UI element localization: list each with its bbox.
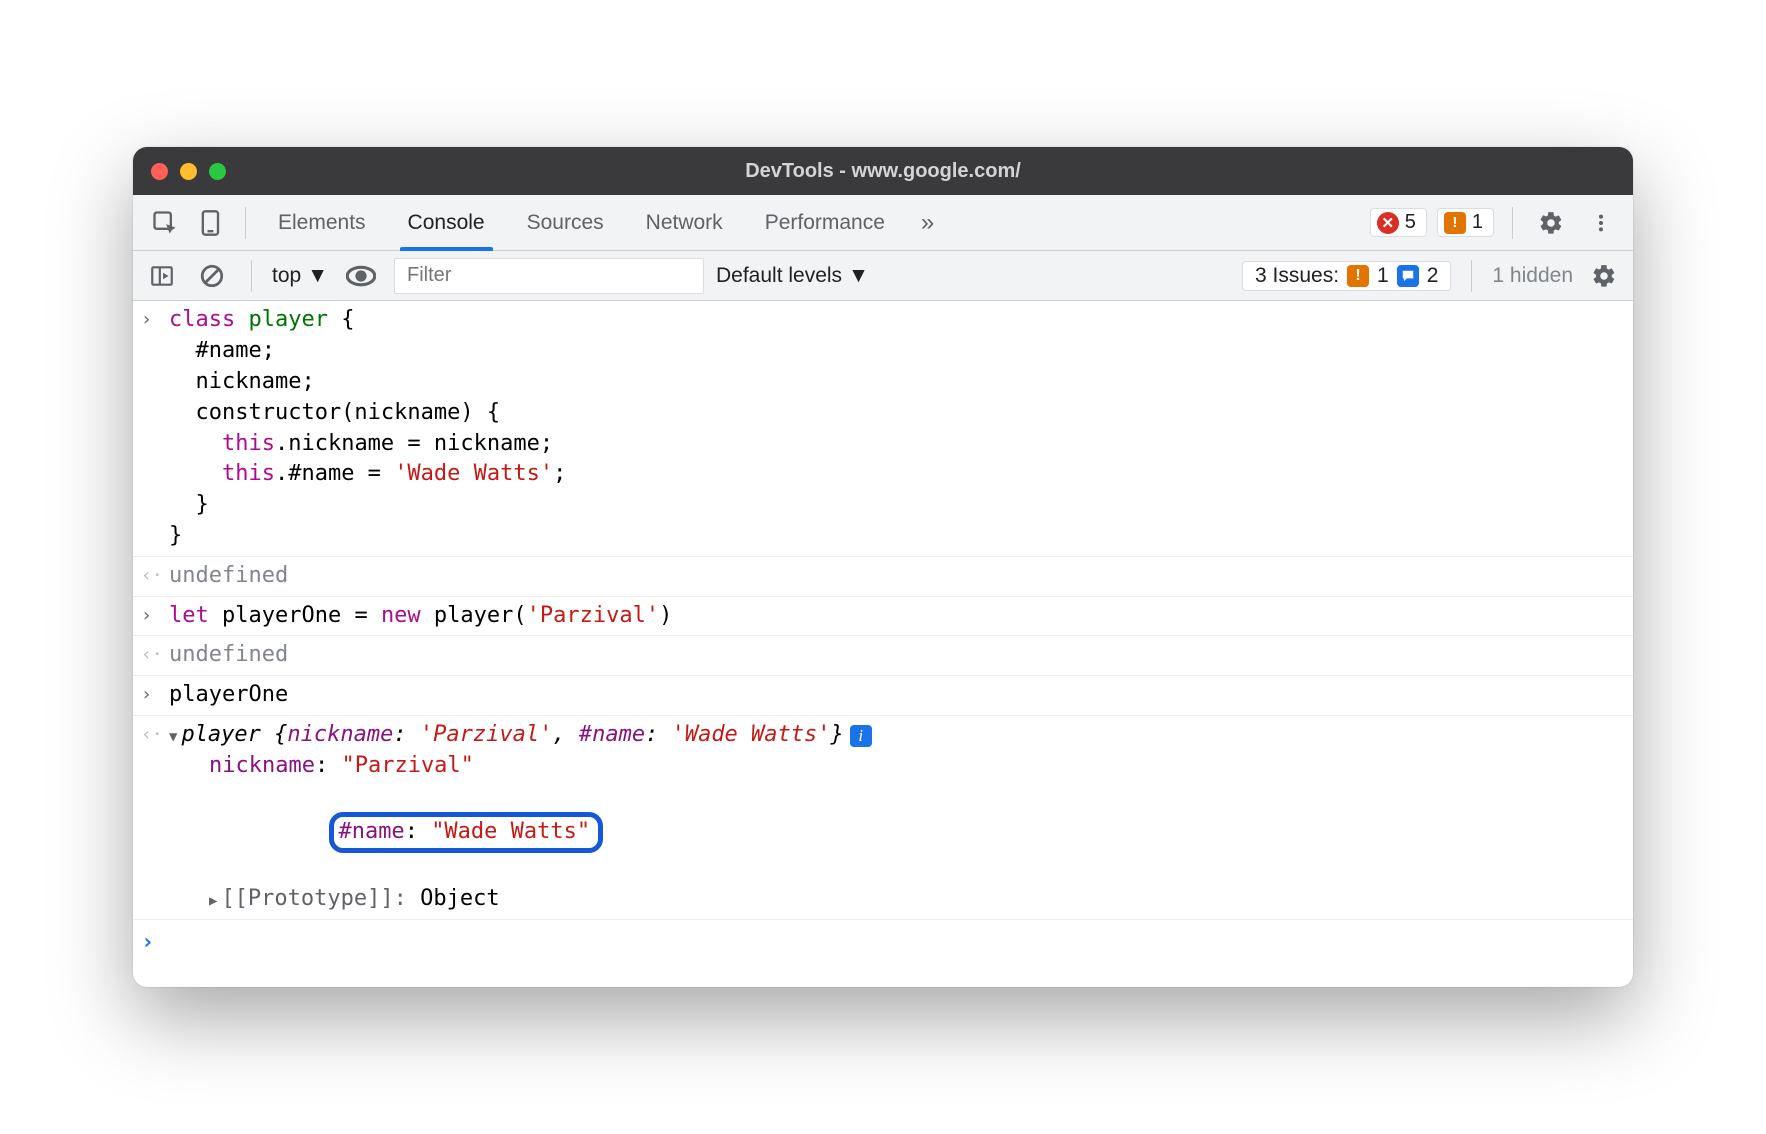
console-settings-icon[interactable] (1585, 261, 1623, 291)
settings-icon[interactable] (1531, 203, 1571, 243)
warning-count-badge[interactable]: ! 1 (1437, 208, 1494, 237)
error-count: 5 (1405, 211, 1416, 234)
error-icon: ✕ (1377, 212, 1399, 234)
object-header[interactable]: ▼player {nickname: 'Parzival', #name: 'W… (169, 720, 1621, 751)
tab-performance[interactable]: Performance (747, 195, 903, 251)
console-input-row[interactable]: › let playerOne = new player('Parzival') (133, 597, 1633, 637)
warning-count: 1 (1472, 211, 1483, 234)
output-chevron-icon: ‹· (141, 720, 169, 915)
log-levels-selector[interactable]: Default levels ▼ (716, 264, 869, 288)
inspect-element-icon[interactable] (145, 203, 185, 243)
separator (245, 207, 246, 239)
prompt-chevron-icon: › (141, 928, 169, 959)
hidden-count: 1 hidden (1492, 264, 1573, 288)
input-chevron-icon: › (141, 680, 169, 711)
output-undefined: undefined (169, 561, 1621, 592)
chevron-down-icon: ▼ (848, 264, 869, 288)
context-selector[interactable]: top ▼ (272, 264, 328, 288)
filter-input[interactable] (394, 258, 704, 294)
console-output-row: ‹· undefined (133, 636, 1633, 676)
highlight-annotation: #name: "Wade Watts" (329, 812, 603, 853)
tab-network[interactable]: Network (628, 195, 741, 251)
issues-warn-count: 1 (1377, 264, 1389, 288)
warning-icon: ! (1444, 212, 1466, 234)
context-label: top (272, 264, 301, 288)
tab-elements[interactable]: Elements (260, 195, 384, 251)
panel-tabs: Elements Console Sources Network Perform… (260, 195, 1364, 251)
tab-console[interactable]: Console (390, 195, 503, 251)
toggle-sidebar-icon[interactable] (143, 261, 181, 291)
issues-button[interactable]: 3 Issues: ! 1 2 (1242, 261, 1451, 291)
input-chevron-icon: › (141, 601, 169, 632)
kebab-menu-icon[interactable] (1581, 203, 1621, 243)
disclosure-triangle-down-icon[interactable]: ▼ (169, 728, 177, 748)
titlebar: DevTools - www.google.com/ (133, 147, 1633, 195)
output-chevron-icon: ‹· (141, 640, 169, 671)
issues-info-count: 2 (1427, 264, 1439, 288)
warning-icon: ! (1347, 265, 1369, 287)
console-input-row[interactable]: › playerOne (133, 676, 1633, 716)
issues-label: 3 Issues: (1255, 264, 1339, 288)
input-chevron-icon: › (141, 305, 169, 551)
output-undefined: undefined (169, 640, 1621, 671)
tabbar-right: ✕ 5 ! 1 (1370, 203, 1621, 243)
chevron-down-icon: ▼ (307, 264, 328, 288)
more-tabs-icon[interactable]: » (909, 209, 946, 237)
info-icon[interactable]: i (850, 725, 872, 747)
traffic-lights (151, 163, 226, 180)
error-count-badge[interactable]: ✕ 5 (1370, 208, 1427, 237)
console-toolbar: top ▼ Default levels ▼ 3 Issues: ! 1 2 1… (133, 251, 1633, 301)
window-title: DevTools - www.google.com/ (133, 160, 1633, 183)
code-block: class player { #name; nickname; construc… (169, 305, 1621, 551)
separator (251, 260, 252, 292)
console-output: › class player { #name; nickname; constr… (133, 301, 1633, 986)
devtools-window: DevTools - www.google.com/ Elements Cons… (133, 147, 1633, 986)
object-prototype[interactable]: ▶[[Prototype]]: Object (169, 884, 1621, 915)
code-line: playerOne (169, 680, 1621, 711)
minimize-window-button[interactable] (180, 163, 197, 180)
disclosure-triangle-right-icon[interactable]: ▶ (209, 892, 217, 912)
close-window-button[interactable] (151, 163, 168, 180)
object-property-nickname[interactable]: nickname: "Parzival" (169, 751, 1621, 782)
code-line: let playerOne = new player('Parzival') (169, 601, 1621, 632)
console-output-row: ‹· ▼player {nickname: 'Parzival', #name:… (133, 716, 1633, 919)
console-output-row: ‹· undefined (133, 557, 1633, 597)
object-tree[interactable]: ▼player {nickname: 'Parzival', #name: 'W… (169, 720, 1621, 915)
message-icon (1397, 265, 1419, 287)
levels-label: Default levels (716, 264, 842, 288)
console-prompt[interactable]: › (133, 919, 1633, 967)
console-input-row[interactable]: › class player { #name; nickname; constr… (133, 301, 1633, 556)
maximize-window-button[interactable] (209, 163, 226, 180)
separator (1512, 207, 1513, 239)
separator (1471, 260, 1472, 292)
object-property-private-name[interactable]: #name: "Wade Watts" (169, 782, 1621, 884)
device-toolbar-icon[interactable] (191, 203, 231, 243)
live-expression-icon[interactable] (340, 262, 382, 290)
clear-console-icon[interactable] (193, 261, 231, 291)
output-chevron-icon: ‹· (141, 561, 169, 592)
panel-tabbar: Elements Console Sources Network Perform… (133, 195, 1633, 251)
tab-sources[interactable]: Sources (509, 195, 622, 251)
